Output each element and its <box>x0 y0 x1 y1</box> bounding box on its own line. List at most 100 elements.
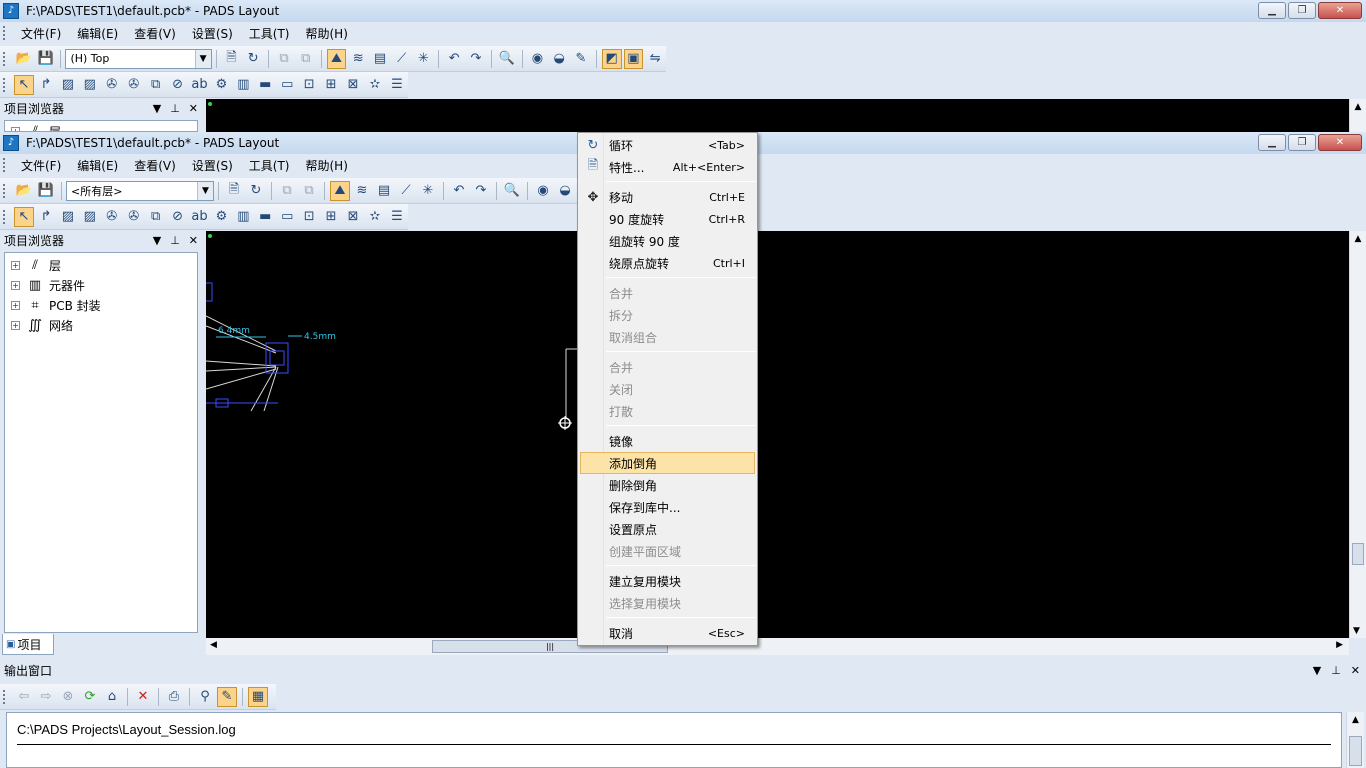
refresh-icon[interactable]: ↻ <box>243 49 263 69</box>
selection-filter-icon[interactable]: ◩ <box>601 48 622 69</box>
menu-edit[interactable]: 编辑(E) <box>69 25 126 42</box>
scroll-up-icon[interactable]: ▲ <box>1350 102 1366 112</box>
dropdown-icon[interactable]: ▼ <box>153 234 161 247</box>
menu-edit[interactable]: 编辑(E) <box>69 157 126 174</box>
vertical-scroll-thumb[interactable] <box>1352 543 1364 565</box>
route-icon[interactable]: ≋ <box>348 49 368 69</box>
menu-item-make-reuse[interactable]: 建立复用模块 <box>580 570 755 592</box>
tree-item-layers[interactable]: + ⫽ 层 <box>5 121 197 131</box>
expand-icon[interactable]: + <box>11 260 20 270</box>
spin-icon[interactable]: ⚙ <box>211 207 231 227</box>
delete-icon[interactable]: ⊘ <box>168 207 188 227</box>
text-icon[interactable]: ab <box>190 207 210 227</box>
select-arrow-icon[interactable]: ↖ <box>14 74 34 95</box>
close-button[interactable]: ✕ <box>1318 2 1362 19</box>
menu-item-rotate-origin[interactable]: 绕原点旋转 Ctrl+I <box>580 252 755 274</box>
back-layer-select[interactable]: (H) Top ▼ <box>65 48 212 69</box>
expand-icon[interactable]: + <box>11 280 20 290</box>
text-icon[interactable]: ab <box>190 75 210 95</box>
zoom-icon[interactable]: 🔍 <box>497 49 517 69</box>
maximize-button[interactable]: ❐ <box>1288 134 1316 151</box>
menu-help[interactable]: 帮助(H) <box>298 25 356 42</box>
menu-file[interactable]: 文件(F) <box>13 157 69 174</box>
stop-icon[interactable]: ⊗ <box>58 687 78 707</box>
star-icon[interactable]: ✫ <box>365 207 385 227</box>
pin-icon[interactable]: ⊥ <box>170 234 180 247</box>
glue-icon[interactable]: ✇ <box>124 207 144 227</box>
menu-setup[interactable]: 设置(S) <box>184 157 241 174</box>
menu-item-rotate-90[interactable]: 90 度旋转 Ctrl+R <box>580 208 755 230</box>
menubar-grip[interactable] <box>3 158 7 172</box>
component-place-icon[interactable]: ▥ <box>233 207 253 227</box>
tree-item-components[interactable]: + ▥ 元器件 <box>5 275 197 295</box>
front-layer-select[interactable]: <所有层> ▼ <box>66 180 214 201</box>
output-vertical-scrollbar[interactable]: ▲ <box>1346 712 1364 768</box>
paste-icon[interactable]: ⧉ <box>296 49 316 69</box>
save-icon[interactable]: 💾 <box>36 49 56 69</box>
properties-icon[interactable]: 🗎 <box>222 49 242 69</box>
paste-icon[interactable]: ⧉ <box>299 181 319 201</box>
menu-item-move[interactable]: ✥ 移动 Ctrl+E <box>580 186 755 208</box>
menu-view[interactable]: 查看(V) <box>126 157 184 174</box>
refresh-icon[interactable]: ⟳ <box>80 687 100 707</box>
menu-item-add-miter[interactable]: 添加倒角 <box>580 452 755 474</box>
menu-item-mirror[interactable]: 镜像 <box>580 430 755 452</box>
copy-icon[interactable]: ⧉ <box>274 49 294 69</box>
grid-view-icon[interactable]: ▦ <box>248 686 268 707</box>
ratsnest-icon[interactable]: ✳ <box>414 49 434 69</box>
minimize-button[interactable]: ▁ <box>1258 2 1286 19</box>
scroll-up-icon[interactable]: ▲ <box>1350 234 1366 244</box>
menu-item-set-origin[interactable]: 设置原点 <box>580 518 755 540</box>
menu-item-cycle[interactable]: ↻ 循环 <Tab> <box>580 134 755 156</box>
menu-tools[interactable]: 工具(T) <box>241 157 298 174</box>
toolbar-grip[interactable] <box>3 51 7 66</box>
menubar-grip[interactable] <box>3 26 7 40</box>
route-red-icon[interactable]: ▬ <box>255 207 275 227</box>
route-icon[interactable]: ≋ <box>352 181 372 201</box>
dropdown-icon[interactable]: ▼ <box>153 102 161 115</box>
drc-icon[interactable]: ⊠ <box>343 75 363 95</box>
menu-item-cancel[interactable]: 取消 <Esc> <box>580 622 755 644</box>
toolbar-grip[interactable] <box>3 183 7 198</box>
list-icon[interactable]: ☰ <box>387 207 407 227</box>
union-icon[interactable]: ⊞ <box>321 207 341 227</box>
move-icon[interactable]: ↱ <box>36 75 56 95</box>
back-design-canvas[interactable] <box>206 99 1349 132</box>
route-red-icon[interactable]: ▬ <box>255 75 275 95</box>
move-icon[interactable]: ↱ <box>36 207 56 227</box>
verify-icon[interactable]: ◉ <box>533 181 553 201</box>
menu-tools[interactable]: 工具(T) <box>241 25 298 42</box>
redo-icon[interactable]: ↷ <box>471 181 491 201</box>
pour-icon[interactable]: ◒ <box>555 181 575 201</box>
home-icon[interactable]: ⌂ <box>102 687 122 707</box>
copy-object-icon[interactable]: ⧉ <box>146 75 166 95</box>
delete-icon[interactable]: ✕ <box>133 687 153 707</box>
menu-item-delete-miter[interactable]: 删除倒角 <box>580 474 755 496</box>
drafting-icon[interactable]: ▤ <box>370 49 390 69</box>
forward-arrow-icon[interactable]: ⇨ <box>36 687 56 707</box>
tree-item-nets[interactable]: + ∭ 网络 <box>5 315 197 335</box>
delete-icon[interactable]: ⊘ <box>168 75 188 95</box>
menu-help[interactable]: 帮助(H) <box>298 157 356 174</box>
print-icon[interactable]: ⎙ <box>164 687 184 707</box>
dropdown-icon[interactable]: ▼ <box>1313 664 1321 677</box>
ratsnest-icon[interactable]: ✳ <box>418 181 438 201</box>
close-icon[interactable]: ✕ <box>1351 664 1360 677</box>
redo-icon[interactable]: ↷ <box>466 49 486 69</box>
design-toolbar-icon[interactable]: ⛰ <box>326 48 347 69</box>
back-window-titlebar[interactable]: ♪ F:\PADS\TEST1\default.pcb* - PADS Layo… <box>0 0 1366 22</box>
zoom-icon[interactable]: 🔍 <box>502 181 522 201</box>
close-icon[interactable]: ✕ <box>189 102 198 115</box>
menu-item-group-rotate[interactable]: 组旋转 90 度 <box>580 230 755 252</box>
toolbar-grip[interactable] <box>3 689 7 704</box>
spin-icon[interactable]: ⚙ <box>211 75 231 95</box>
tree-item-pcb-decals[interactable]: + ⌗ PCB 封装 <box>5 295 197 315</box>
back-arrow-icon[interactable]: ⇦ <box>14 687 34 707</box>
undo-icon[interactable]: ↶ <box>444 49 464 69</box>
open-icon[interactable]: 📂 <box>14 181 34 201</box>
maximize-button[interactable]: ❐ <box>1288 2 1316 19</box>
trace-icon[interactable]: ⟋ <box>396 181 416 201</box>
chevron-down-icon[interactable]: ▼ <box>194 49 211 68</box>
route-red2-icon[interactable]: ▭ <box>277 207 297 227</box>
pin-icon[interactable]: ⊥ <box>170 102 180 115</box>
